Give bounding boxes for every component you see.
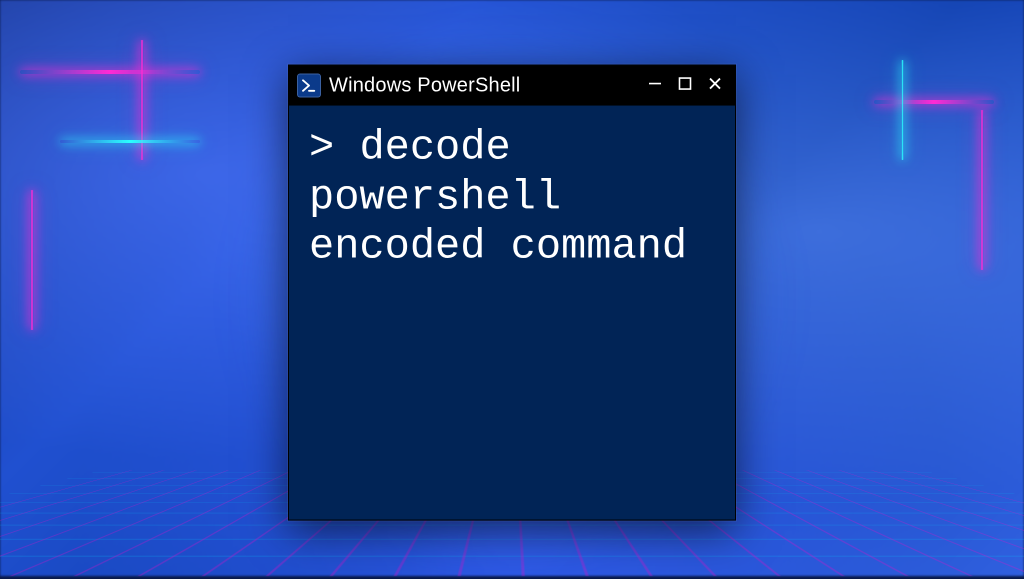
titlebar[interactable]: Windows PowerShell [289,66,735,106]
command-text: decode powershell encoded command [309,124,687,271]
window-controls [645,76,725,96]
close-button[interactable] [705,76,725,96]
minimize-button[interactable] [645,76,665,96]
cyan-line [901,60,904,160]
maximize-button[interactable] [675,76,695,96]
neon-line [980,110,984,270]
neon-line [874,100,994,104]
terminal-body[interactable]: > decode powershell encoded command [289,106,735,520]
neon-line [30,190,34,330]
neon-line [20,70,200,74]
powershell-icon [297,74,321,98]
powershell-window: Windows PowerShell > decode powershell e… [288,65,736,521]
cyan-line [60,140,200,143]
window-title: Windows PowerShell [329,74,637,97]
prompt-symbol: > [309,124,334,172]
